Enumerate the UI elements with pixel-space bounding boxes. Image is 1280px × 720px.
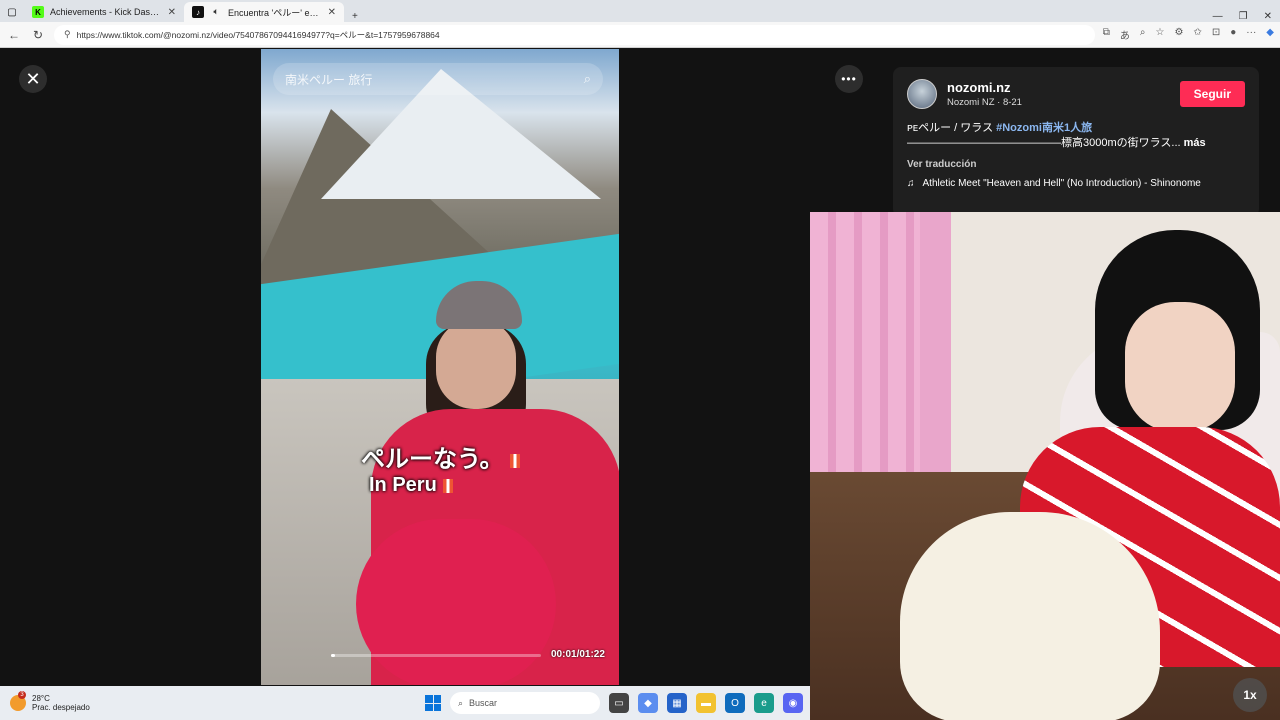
tab-tiktok[interactable]: ♪ 🔈︎ Encuentra 'ペルー' en TikTok | ✕ — [184, 2, 344, 22]
edge-icon[interactable]: e — [754, 693, 774, 713]
copilot-icon[interactable]: ◆ — [1266, 27, 1274, 42]
tab-title: Encuentra 'ペルー' en TikTok | — [228, 7, 322, 18]
desc-prefix: ᴘᴇペルー / ワラス — [907, 122, 997, 134]
video-description: ᴘᴇペルー / ワラス #Nozomi南米1人旅 ——————————————標… — [907, 121, 1245, 151]
webcam-curtain — [810, 212, 920, 492]
audio-icon[interactable]: 🔈︎ — [210, 6, 222, 18]
close-video-button[interactable]: ✕ — [19, 65, 47, 93]
search-icon: ⌕ — [458, 697, 464, 708]
browser-window: ▢ K Achievements - Kick Dashboard ✕ ♪ 🔈︎… — [0, 0, 1280, 720]
close-window-icon[interactable]: ✕ — [1256, 11, 1280, 22]
close-tab-icon[interactable]: ✕ — [328, 7, 336, 18]
discord-icon[interactable]: ◉ — [783, 693, 803, 713]
video-search-bar[interactable]: 南米ペルー 旅行 ⌕ — [273, 63, 603, 95]
more-options-button[interactable]: ••• — [835, 65, 863, 93]
desc-line2: ——————————————標高3000mの街ワラス... — [907, 137, 1181, 149]
video-caption-english: In Peru — [369, 474, 453, 497]
site-info-icon[interactable]: ⚲ — [64, 29, 71, 40]
tab-title: Achievements - Kick Dashboard — [50, 7, 162, 17]
video-caption-japanese: ペルーなう。 — [361, 439, 520, 474]
creator-username[interactable]: nozomi.nz — [947, 80, 1022, 95]
outlook-icon[interactable]: O — [725, 693, 745, 713]
music-title[interactable]: Athletic Meet "Heaven and Hell" (No Intr… — [923, 178, 1201, 189]
tab-actions-icon[interactable]: ▢ — [0, 2, 24, 22]
more-link[interactable]: más — [1184, 137, 1206, 149]
webcam-person-face — [1125, 302, 1235, 432]
collections-icon[interactable]: ⊡ — [1212, 27, 1220, 42]
url-text: https://www.tiktok.com/@nozomi.nz/video/… — [76, 29, 440, 40]
extensions-icon[interactable]: ⚙ — [1175, 27, 1184, 42]
webcam-plush-bear — [900, 512, 1160, 720]
tab-bar: ▢ K Achievements - Kick Dashboard ✕ ♪ 🔈︎… — [0, 0, 1280, 22]
profile-avatar[interactable]: ● — [1230, 27, 1236, 42]
app-available-icon[interactable]: ⧉ — [1103, 27, 1110, 42]
task-view-icon[interactable]: ▭ — [609, 693, 629, 713]
search-icon[interactable]: ⌕ — [584, 71, 591, 87]
peru-flag-icon — [442, 478, 453, 493]
tab-kick-dashboard[interactable]: K Achievements - Kick Dashboard ✕ — [24, 2, 184, 22]
taskbar-search[interactable]: ⌕ Buscar — [450, 692, 600, 714]
video-progress-fill — [331, 654, 336, 657]
windows-taskbar: 3 28°C Prac. despejado ⌕ Buscar ▭ ◆ ▦ ▬ … — [0, 686, 810, 720]
music-note-icon: ♫ — [907, 178, 915, 189]
streamer-webcam: 1x — [810, 212, 1280, 720]
follow-button[interactable]: Seguir — [1179, 81, 1245, 107]
reload-icon[interactable]: ↻ — [30, 28, 46, 42]
playback-speed-button[interactable]: 1x — [1233, 678, 1267, 712]
kick-icon: K — [32, 6, 44, 18]
video-search-placeholder: 南米ペルー 旅行 — [285, 72, 373, 87]
video-progress-bar[interactable] — [331, 654, 541, 657]
hashtag-link[interactable]: #Nozomi南米1人旅 — [996, 122, 1092, 134]
creator-subtitle: Nozomi NZ · 8-21 — [947, 97, 1022, 108]
url-field[interactable]: ⚲ https://www.tiktok.com/@nozomi.nz/vide… — [54, 24, 1095, 45]
new-tab-button[interactable]: + — [344, 11, 366, 22]
favorite-star-icon[interactable]: ☆ — [1156, 27, 1165, 42]
close-tab-icon[interactable]: ✕ — [168, 7, 176, 18]
favorites-icon[interactable]: ✩ — [1193, 27, 1201, 42]
start-icon[interactable] — [425, 695, 441, 711]
notification-badge: 3 — [18, 691, 26, 699]
more-options-icon[interactable]: ··· — [1246, 27, 1256, 42]
store-icon[interactable]: ▦ — [667, 693, 687, 713]
weather-condition: Prac. despejado — [32, 703, 90, 712]
zoom-icon[interactable]: ⌕ — [1140, 27, 1146, 42]
creator-avatar[interactable] — [907, 79, 937, 109]
file-explorer-icon[interactable]: ▬ — [696, 693, 716, 713]
video-info-panel: nozomi.nz Nozomi NZ · 8-21 Seguir ᴘᴇペルー … — [893, 67, 1259, 217]
weather-widget[interactable]: 3 28°C Prac. despejado — [10, 691, 90, 712]
tiktok-icon: ♪ — [192, 6, 204, 18]
music-row[interactable]: ♫ Athletic Meet "Heaven and Hell" (No In… — [907, 178, 1245, 189]
peru-flag-icon — [509, 453, 520, 468]
address-bar: ← ↻ ⚲ https://www.tiktok.com/@nozomi.nz/… — [0, 22, 1280, 48]
restore-icon[interactable]: ❐ — [1231, 11, 1256, 22]
copilot-app-icon[interactable]: ◆ — [638, 693, 658, 713]
video-person-arm — [356, 519, 556, 685]
video-time: 00:01/01:22 — [551, 649, 605, 660]
video-player[interactable]: 南米ペルー 旅行 ⌕ ペルーなう。 In Peru 00:01/01:22 — [261, 49, 619, 685]
taskbar-search-placeholder: Buscar — [469, 698, 498, 708]
minimize-icon[interactable]: — — [1205, 11, 1231, 22]
weather-sun-icon: 3 — [10, 691, 26, 711]
translate-link[interactable]: Ver traducción — [907, 159, 1245, 170]
translate-icon[interactable]: あ — [1120, 27, 1130, 42]
video-person-face — [436, 319, 516, 409]
back-icon[interactable]: ← — [6, 28, 22, 42]
temperature: 28°C — [32, 694, 50, 703]
